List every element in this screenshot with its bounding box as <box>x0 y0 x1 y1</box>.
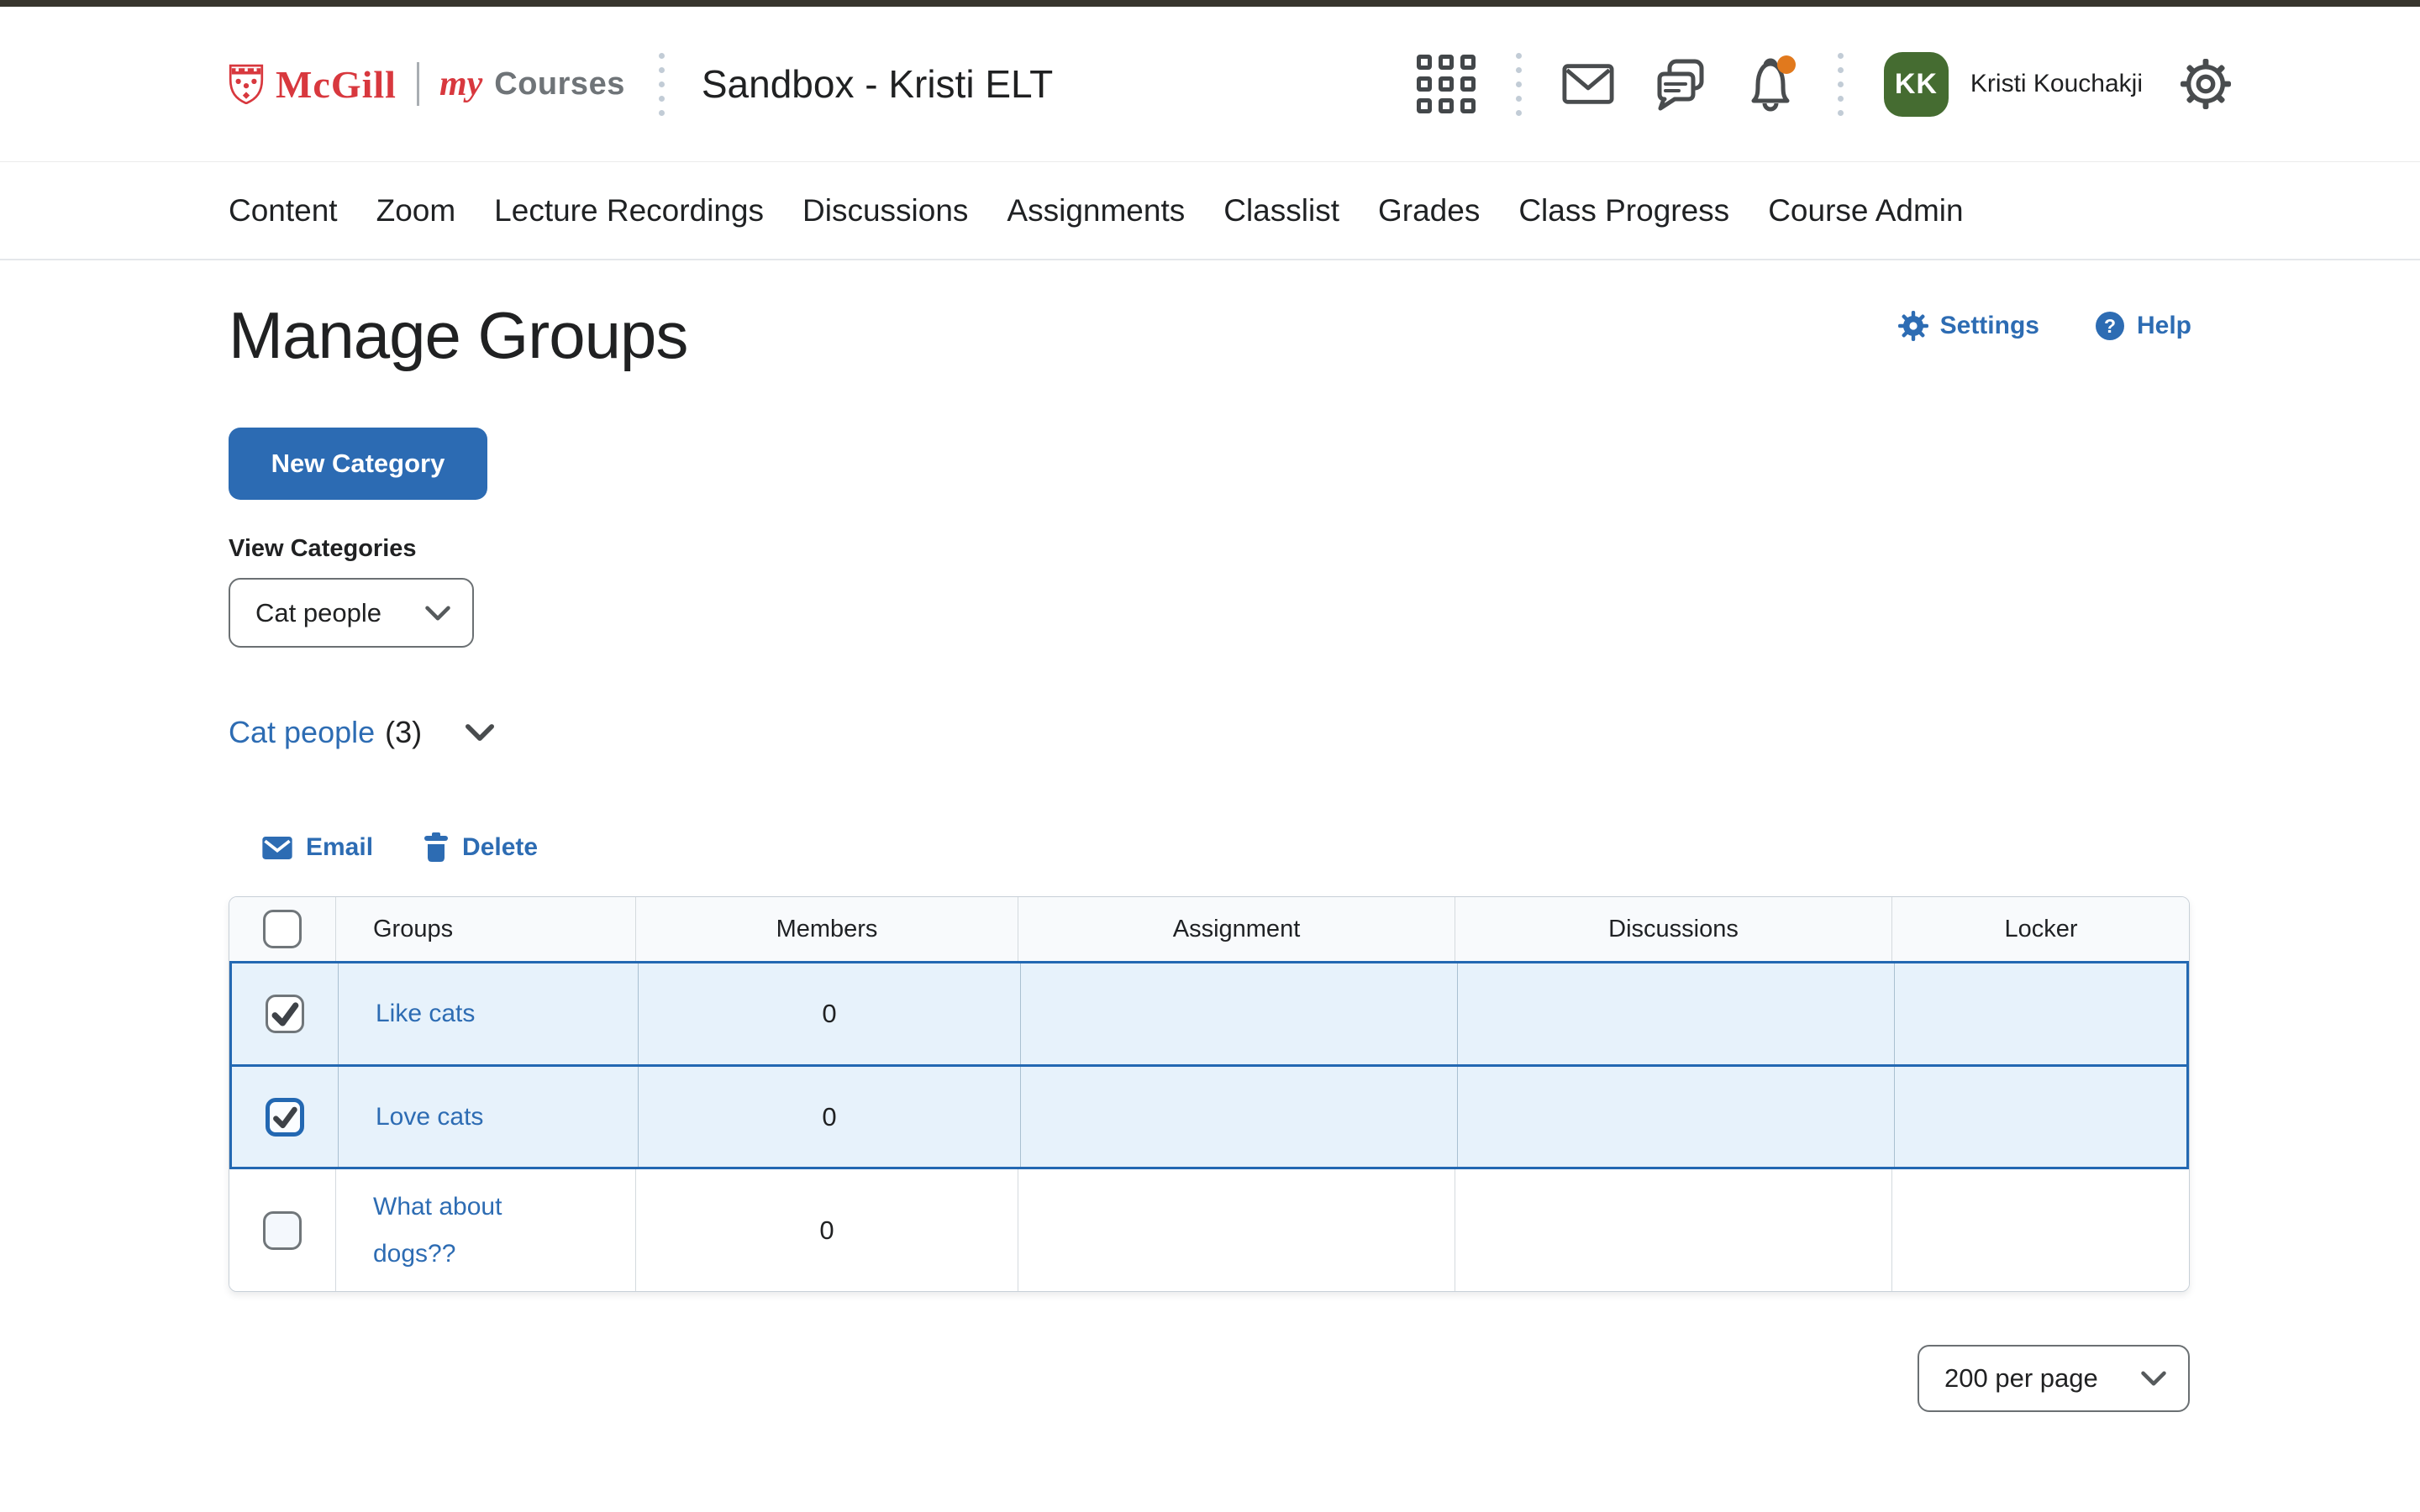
mcgill-mycourses-logo[interactable]: McGill my Courses <box>229 62 625 107</box>
new-category-button[interactable]: New Category <box>229 428 487 500</box>
category-select[interactable]: Cat people <box>229 578 474 648</box>
view-categories-label: View Categories <box>229 535 2191 563</box>
nav-lecture-recordings[interactable]: Lecture Recordings <box>494 193 764 228</box>
assignment-cell <box>1021 963 1458 1064</box>
locker-cell <box>1895 963 2190 1064</box>
delete-button[interactable]: Delete <box>424 832 538 863</box>
table-row: Like cats 0 <box>229 961 2189 1064</box>
nav-grades[interactable]: Grades <box>1378 193 1480 228</box>
per-page-select[interactable]: 200 per page <box>1918 1345 2190 1412</box>
dotted-divider <box>655 53 668 116</box>
category-select-value: Cat people <box>255 598 381 628</box>
row-checkbox-checked[interactable] <box>266 995 304 1033</box>
email-label: Email <box>306 833 373 862</box>
top-strip <box>0 0 2420 7</box>
locker-cell <box>1895 1067 2190 1167</box>
email-icon <box>262 837 292 859</box>
header-actions: KK Kristi Kouchakji <box>1417 52 2232 117</box>
locker-cell <box>1892 1169 2190 1291</box>
settings-button[interactable]: Settings <box>1898 311 2039 341</box>
discussions-cell <box>1458 1067 1895 1167</box>
dotted-divider <box>1512 53 1525 116</box>
chevron-down-icon <box>2141 1371 2166 1386</box>
group-link[interactable]: What about dogs?? <box>373 1184 533 1277</box>
dotted-divider <box>1834 53 1847 116</box>
bell-icon[interactable] <box>1744 55 1797 113</box>
trash-icon <box>424 832 449 863</box>
waffle-icon[interactable] <box>1417 55 1476 113</box>
course-title: Sandbox - Kristi ELT <box>702 61 1053 107</box>
nav-discussions[interactable]: Discussions <box>802 193 968 228</box>
column-groups[interactable]: Groups <box>336 897 636 961</box>
column-discussions[interactable]: Discussions <box>1455 897 1892 961</box>
notification-dot <box>1777 55 1796 74</box>
group-link[interactable]: Love cats <box>376 1103 483 1131</box>
category-count: (3) <box>385 715 422 750</box>
help-circle-icon: ? <box>2095 311 2125 341</box>
avatar[interactable]: KK <box>1884 52 1949 117</box>
table-row: What about dogs?? 0 <box>229 1169 2189 1291</box>
column-locker[interactable]: Locker <box>1892 897 2190 961</box>
user-name: Kristi Kouchakji <box>1970 70 2143 98</box>
category-collapse-chevron-icon[interactable] <box>466 724 494 741</box>
help-button[interactable]: ? Help <box>2095 311 2191 341</box>
nav-course-admin[interactable]: Course Admin <box>1768 193 1963 228</box>
per-page-value: 200 per page <box>1944 1363 2098 1394</box>
course-nav: Content Zoom Lecture Recordings Discussi… <box>0 161 2420 260</box>
nav-assignments[interactable]: Assignments <box>1007 193 1185 228</box>
logo-separator <box>417 62 419 106</box>
app-header: McGill my Courses Sandbox - Kristi ELT <box>0 7 2420 161</box>
assignment-cell <box>1021 1067 1458 1167</box>
chat-icon[interactable] <box>1651 57 1707 111</box>
discussions-cell <box>1458 963 1895 1064</box>
mail-icon[interactable] <box>1562 63 1614 105</box>
help-label: Help <box>2137 312 2191 340</box>
mycourses-my: my <box>439 64 482 104</box>
delete-label: Delete <box>462 833 538 862</box>
groups-table: Groups Members Assignment Discussions Lo… <box>229 896 2190 1292</box>
mcgill-wordmark: McGill <box>276 62 397 107</box>
nav-content[interactable]: Content <box>229 193 338 228</box>
table-row: Love cats 0 <box>229 1064 2189 1169</box>
members-count: 0 <box>822 999 836 1029</box>
members-count: 0 <box>819 1215 834 1246</box>
settings-gear-icon <box>1898 311 1928 341</box>
mcgill-shield-icon <box>229 64 264 104</box>
table-header-row: Groups Members Assignment Discussions Lo… <box>229 897 2189 961</box>
row-checkbox-unchecked[interactable] <box>263 1211 302 1250</box>
nav-zoom[interactable]: Zoom <box>376 193 456 228</box>
svg-text:?: ? <box>2104 315 2116 337</box>
assignment-cell <box>1018 1169 1455 1291</box>
members-count: 0 <box>822 1102 836 1132</box>
column-members[interactable]: Members <box>636 897 1018 961</box>
page-title: Manage Groups <box>229 297 687 374</box>
mycourses-courses: Courses <box>494 66 625 102</box>
group-link[interactable]: Like cats <box>376 1000 475 1028</box>
chevron-down-icon <box>425 606 450 621</box>
email-button[interactable]: Email <box>262 833 373 862</box>
row-checkbox-checked-focused[interactable] <box>266 1098 304 1137</box>
nav-class-progress[interactable]: Class Progress <box>1518 193 1729 228</box>
select-all-checkbox[interactable] <box>263 910 302 948</box>
settings-label: Settings <box>1940 312 2039 340</box>
category-heading-link[interactable]: Cat people <box>229 715 375 750</box>
column-assignment[interactable]: Assignment <box>1018 897 1455 961</box>
main-content: Manage Groups <box>0 260 2420 1412</box>
user-menu[interactable]: KK Kristi Kouchakji <box>1884 52 2143 117</box>
nav-classlist[interactable]: Classlist <box>1223 193 1339 228</box>
discussions-cell <box>1455 1169 1892 1291</box>
gear-icon[interactable] <box>2180 58 2232 110</box>
